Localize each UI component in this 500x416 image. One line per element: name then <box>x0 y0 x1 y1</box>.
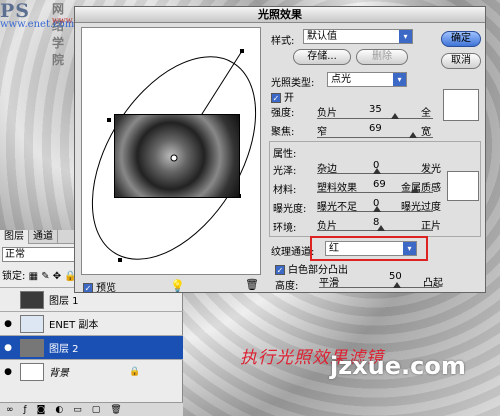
focus-max-label: 宽 <box>421 127 431 138</box>
ok-button[interactable]: 确定 <box>441 31 481 47</box>
light-type-value: 点光 <box>331 74 351 85</box>
light-on-checkbox[interactable]: ✓ 开 <box>271 89 294 104</box>
ambience-slider[interactable] <box>317 230 433 231</box>
lock-paint-icon[interactable]: ✎ <box>41 271 49 282</box>
check-icon: ✓ <box>83 283 93 293</box>
light-color-swatch[interactable] <box>443 89 479 121</box>
link-icon[interactable]: ∞ <box>6 405 14 415</box>
intensity-min-label: 负片 <box>317 108 337 119</box>
light-on-label: 开 <box>284 93 294 104</box>
focus-slider-handle[interactable] <box>409 132 417 138</box>
texture-channel-label: 纹理通道: <box>271 247 315 258</box>
mask-icon[interactable]: ◙ <box>37 405 46 415</box>
layers-footer: ∞ ƒ ◙ ◐ ▭ ▢ 🗑 <box>0 402 183 416</box>
lightbulb-icon[interactable]: 💡 <box>170 279 185 293</box>
layer-row[interactable]: ● ENET 副本 <box>0 311 183 335</box>
layer-thumbnail <box>20 338 44 357</box>
cancel-button[interactable]: 取消 <box>441 53 481 69</box>
folder-icon[interactable]: ▭ <box>73 405 82 415</box>
ambience-label: 环境: <box>273 223 297 234</box>
tab-layers[interactable]: 图层 <box>0 230 29 244</box>
intensity-slider-handle[interactable] <box>391 113 399 119</box>
save-button[interactable]: 存储... <box>293 49 351 65</box>
chevron-down-icon: ▾ <box>399 30 412 43</box>
trash-icon[interactable]: 🗑 <box>110 405 121 415</box>
height-slider-handle[interactable] <box>393 282 401 288</box>
focus-min-label: 窄 <box>317 127 327 138</box>
height-label: 高度: <box>275 281 299 292</box>
intensity-max-label: 全 <box>421 108 431 119</box>
exposure-slider-handle[interactable] <box>373 206 381 212</box>
lighting-effects-dialog: 光照效果 ✓ 预览 💡 🗑 样式: 默认值 ▾ 存储... 删除 确定 取消 光照类… <box>74 6 486 294</box>
layer-name: 图层 2 <box>49 344 79 355</box>
ambience-slider-handle[interactable] <box>377 225 385 231</box>
chevron-down-icon: ▾ <box>393 73 406 86</box>
white-high-label: 白色部分凸出 <box>288 265 348 276</box>
blend-mode-select[interactable]: 正常 <box>2 247 80 262</box>
watermark-title: 网络学院 <box>52 2 65 67</box>
lock-label: 锁定: <box>2 271 26 282</box>
style-select[interactable]: 默认值 ▾ <box>303 29 413 44</box>
highlight-box <box>310 236 428 261</box>
adjustment-icon[interactable]: ◐ <box>55 405 63 415</box>
intensity-label: 强度: <box>271 108 295 119</box>
tab-channels[interactable]: 通道 <box>29 230 58 244</box>
layer-name: 图层 1 <box>49 296 79 307</box>
lock-row: 锁定: ▦ ✎ ✥ 🔒 <box>2 267 77 282</box>
properties-label: 属性: <box>273 149 297 160</box>
layer-row[interactable]: ● 背景 🔒 <box>0 359 183 383</box>
fx-icon[interactable]: ƒ <box>24 405 27 415</box>
layer-row-selected[interactable]: ● 图层 2 <box>0 335 183 359</box>
layer-thumbnail <box>20 290 44 309</box>
layer-name: ENET 副本 <box>49 320 99 331</box>
lock-move-icon[interactable]: ✥ <box>53 271 61 282</box>
height-slider[interactable] <box>319 287 439 288</box>
layer-name: 背景 <box>49 368 69 379</box>
focus-label: 聚焦: <box>271 127 295 138</box>
lock-icon: 🔒 <box>129 366 141 377</box>
focus-value: 69 <box>369 123 382 134</box>
intensity-slider[interactable] <box>317 118 433 119</box>
material-slider-handle[interactable] <box>411 187 419 193</box>
ambient-color-swatch[interactable] <box>447 171 479 201</box>
gloss-slider-handle[interactable] <box>373 168 381 174</box>
eye-icon[interactable]: ● <box>0 367 16 377</box>
height-value: 50 <box>389 271 402 282</box>
preview-checkbox[interactable]: ✓ 预览 <box>83 279 116 294</box>
site-logo: jzxue.com <box>330 352 466 380</box>
exposure-label: 曝光度: <box>273 204 307 215</box>
material-value: 69 <box>373 179 386 190</box>
layer-thumbnail <box>20 314 44 333</box>
material-label: 材料: <box>273 185 297 196</box>
layer-thumbnail <box>20 362 44 381</box>
preview-canvas[interactable] <box>81 27 261 275</box>
blend-mode-value: 正常 <box>5 249 25 260</box>
style-label: 样式: <box>271 36 295 47</box>
light-type-label: 光照类型: <box>271 78 315 89</box>
style-value: 默认值 <box>307 31 337 42</box>
light-type-select[interactable]: 点光 ▾ <box>327 72 407 87</box>
lock-transparent-icon[interactable]: ▦ <box>29 271 38 282</box>
eye-icon[interactable]: ● <box>0 319 16 329</box>
preview-texture <box>114 114 240 198</box>
delete-button[interactable]: 删除 <box>356 49 408 65</box>
eye-icon[interactable]: ● <box>0 343 16 353</box>
check-icon: ✓ <box>271 93 281 103</box>
check-icon: ✓ <box>275 265 285 275</box>
gloss-label: 光泽: <box>273 166 297 177</box>
intensity-value: 35 <box>369 104 382 115</box>
new-layer-icon[interactable]: ▢ <box>92 405 101 415</box>
preview-label: 预览 <box>96 283 116 294</box>
trash-icon[interactable]: 🗑 <box>245 278 259 291</box>
dialog-title: 光照效果 <box>75 7 485 23</box>
